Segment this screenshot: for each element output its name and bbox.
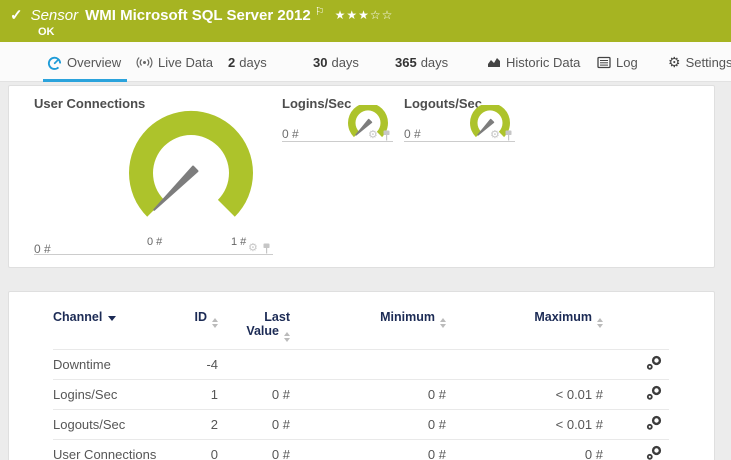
status-check-icon: ✓ — [10, 7, 23, 24]
tab-historic-data[interactable]: Historic Data — [487, 42, 580, 82]
sort-arrows-icon — [284, 332, 290, 342]
logouts-value: 0 # — [404, 127, 421, 141]
gauge-scale-max: 1 # — [231, 236, 247, 248]
log-list-icon — [597, 56, 611, 69]
tab-live-data-label: Live Data — [158, 54, 213, 70]
sensor-kind-label: Sensor — [30, 6, 79, 24]
table-row[interactable]: Logins/Sec 1 0 # 0 # < 0.01 # — [53, 379, 669, 410]
area-chart-icon — [487, 56, 501, 68]
user-connections-gauge — [129, 110, 253, 217]
channel-settings-cell[interactable] — [603, 379, 669, 410]
channel-minimum: 0 # — [290, 439, 446, 460]
pin-icon[interactable] — [382, 130, 391, 141]
channel-maximum — [446, 349, 603, 380]
channel-last-value — [218, 349, 290, 380]
gear-icon: ⚙ — [668, 54, 681, 70]
gauges-panel: User Connections 0 # 1 # 0 # ⚙ Logins/Se… — [8, 85, 715, 268]
table-row[interactable]: Logouts/Sec 2 0 # 0 # < 0.01 # — [53, 409, 669, 440]
stars-filled[interactable]: ★★★ — [335, 8, 370, 22]
channel-settings-cell[interactable] — [603, 439, 669, 460]
broadcast-icon — [136, 56, 153, 69]
channel-table: Channel ID Last Value Minimum Maximum Dow… — [53, 306, 669, 460]
channel-minimum: 0 # — [290, 409, 446, 440]
sensor-title: WMI Microsoft SQL Server 2012 — [85, 6, 311, 24]
widget-gear-icon[interactable]: ⚙ — [368, 130, 378, 141]
sort-caret-icon — [108, 316, 117, 321]
tab-30-days-label: days — [331, 54, 359, 70]
status-badge: OK — [38, 26, 55, 38]
gauge-scale-min: 0 # — [147, 236, 163, 248]
logins-value: 0 # — [282, 127, 299, 141]
tab-settings[interactable]: ⚙ Settings — [668, 42, 731, 82]
table-row[interactable]: Downtime -4 — [53, 349, 669, 380]
tab-365-days-number: 365 — [395, 54, 417, 70]
channel-name[interactable]: User Connections — [53, 439, 173, 460]
column-header-maximum[interactable]: Maximum — [446, 306, 603, 350]
gauge-needle — [153, 165, 199, 211]
column-header-minimum[interactable]: Minimum — [290, 306, 446, 350]
tab-settings-label: Settings — [685, 54, 731, 70]
channel-id: -4 — [173, 349, 218, 380]
stars-empty[interactable]: ☆☆ — [370, 8, 394, 22]
tab-log-label: Log — [616, 54, 638, 70]
channel-maximum: 0 # — [446, 439, 603, 460]
channel-name[interactable]: Downtime — [53, 349, 173, 380]
channel-settings-cell[interactable] — [603, 349, 669, 380]
channel-minimum: 0 # — [290, 379, 446, 410]
column-header-actions — [603, 306, 669, 350]
tab-overview-label: Overview — [67, 54, 122, 70]
channel-minimum — [290, 349, 446, 380]
sort-arrows-icon — [597, 318, 603, 328]
tab-overview[interactable]: Overview — [42, 42, 128, 82]
channel-last-value: 0 # — [218, 439, 290, 460]
column-header-id[interactable]: ID — [173, 306, 218, 350]
channel-maximum: < 0.01 # — [446, 409, 603, 440]
channel-settings-gears-icon[interactable] — [645, 415, 663, 431]
channel-id: 0 — [173, 439, 218, 460]
sort-arrows-icon — [440, 318, 446, 328]
tab-bar: Overview Live Data 2 days 30 days 365 da… — [0, 42, 731, 82]
tab-365-days[interactable]: 365 days — [395, 42, 448, 82]
tab-2-days-number: 2 — [228, 54, 236, 70]
channel-last-value: 0 # — [218, 409, 290, 440]
gauge-title-logins: Logins/Sec — [282, 96, 352, 111]
flag-icon[interactable]: ⚐ — [315, 5, 325, 18]
channel-id: 2 — [173, 409, 218, 440]
tab-2-days[interactable]: 2 days — [228, 42, 267, 82]
widget-gear-icon[interactable]: ⚙ — [248, 243, 258, 254]
sort-arrows-icon — [212, 318, 218, 328]
channel-settings-gears-icon[interactable] — [645, 385, 663, 401]
channel-settings-gears-icon[interactable] — [645, 445, 663, 460]
tab-365-days-label: days — [420, 54, 449, 70]
table-row[interactable]: User Connections 0 0 # 0 # 0 # — [53, 439, 669, 460]
gauge-icon — [47, 55, 62, 70]
tab-30-days[interactable]: 30 days — [313, 42, 359, 82]
pin-icon[interactable] — [504, 130, 513, 141]
widget-gear-icon[interactable]: ⚙ — [490, 130, 500, 141]
tab-30-days-number: 30 — [313, 54, 328, 70]
channel-id: 1 — [173, 379, 218, 410]
channel-settings-gears-icon[interactable] — [645, 355, 663, 371]
tab-log[interactable]: Log — [597, 42, 638, 82]
channel-name[interactable]: Logins/Sec — [53, 379, 173, 410]
column-header-channel[interactable]: Channel — [53, 306, 173, 350]
channel-settings-cell[interactable] — [603, 409, 669, 440]
column-header-last-value[interactable]: Last Value — [218, 306, 290, 350]
tab-live-data[interactable]: Live Data — [136, 42, 213, 82]
channel-maximum: < 0.01 # — [446, 379, 603, 410]
tab-2-days-label: days — [239, 54, 267, 70]
channel-last-value: 0 # — [218, 379, 290, 410]
priority-stars[interactable]: ★★★☆☆ — [335, 8, 394, 22]
pin-icon[interactable] — [262, 243, 271, 254]
tab-historic-data-label: Historic Data — [506, 54, 581, 70]
channel-name[interactable]: Logouts/Sec — [53, 409, 173, 440]
channel-table-panel: Channel ID Last Value Minimum Maximum Dow… — [8, 291, 715, 460]
sensor-status-bar: ✓ Sensor WMI Microsoft SQL Server 2012 ⚐… — [0, 0, 731, 42]
